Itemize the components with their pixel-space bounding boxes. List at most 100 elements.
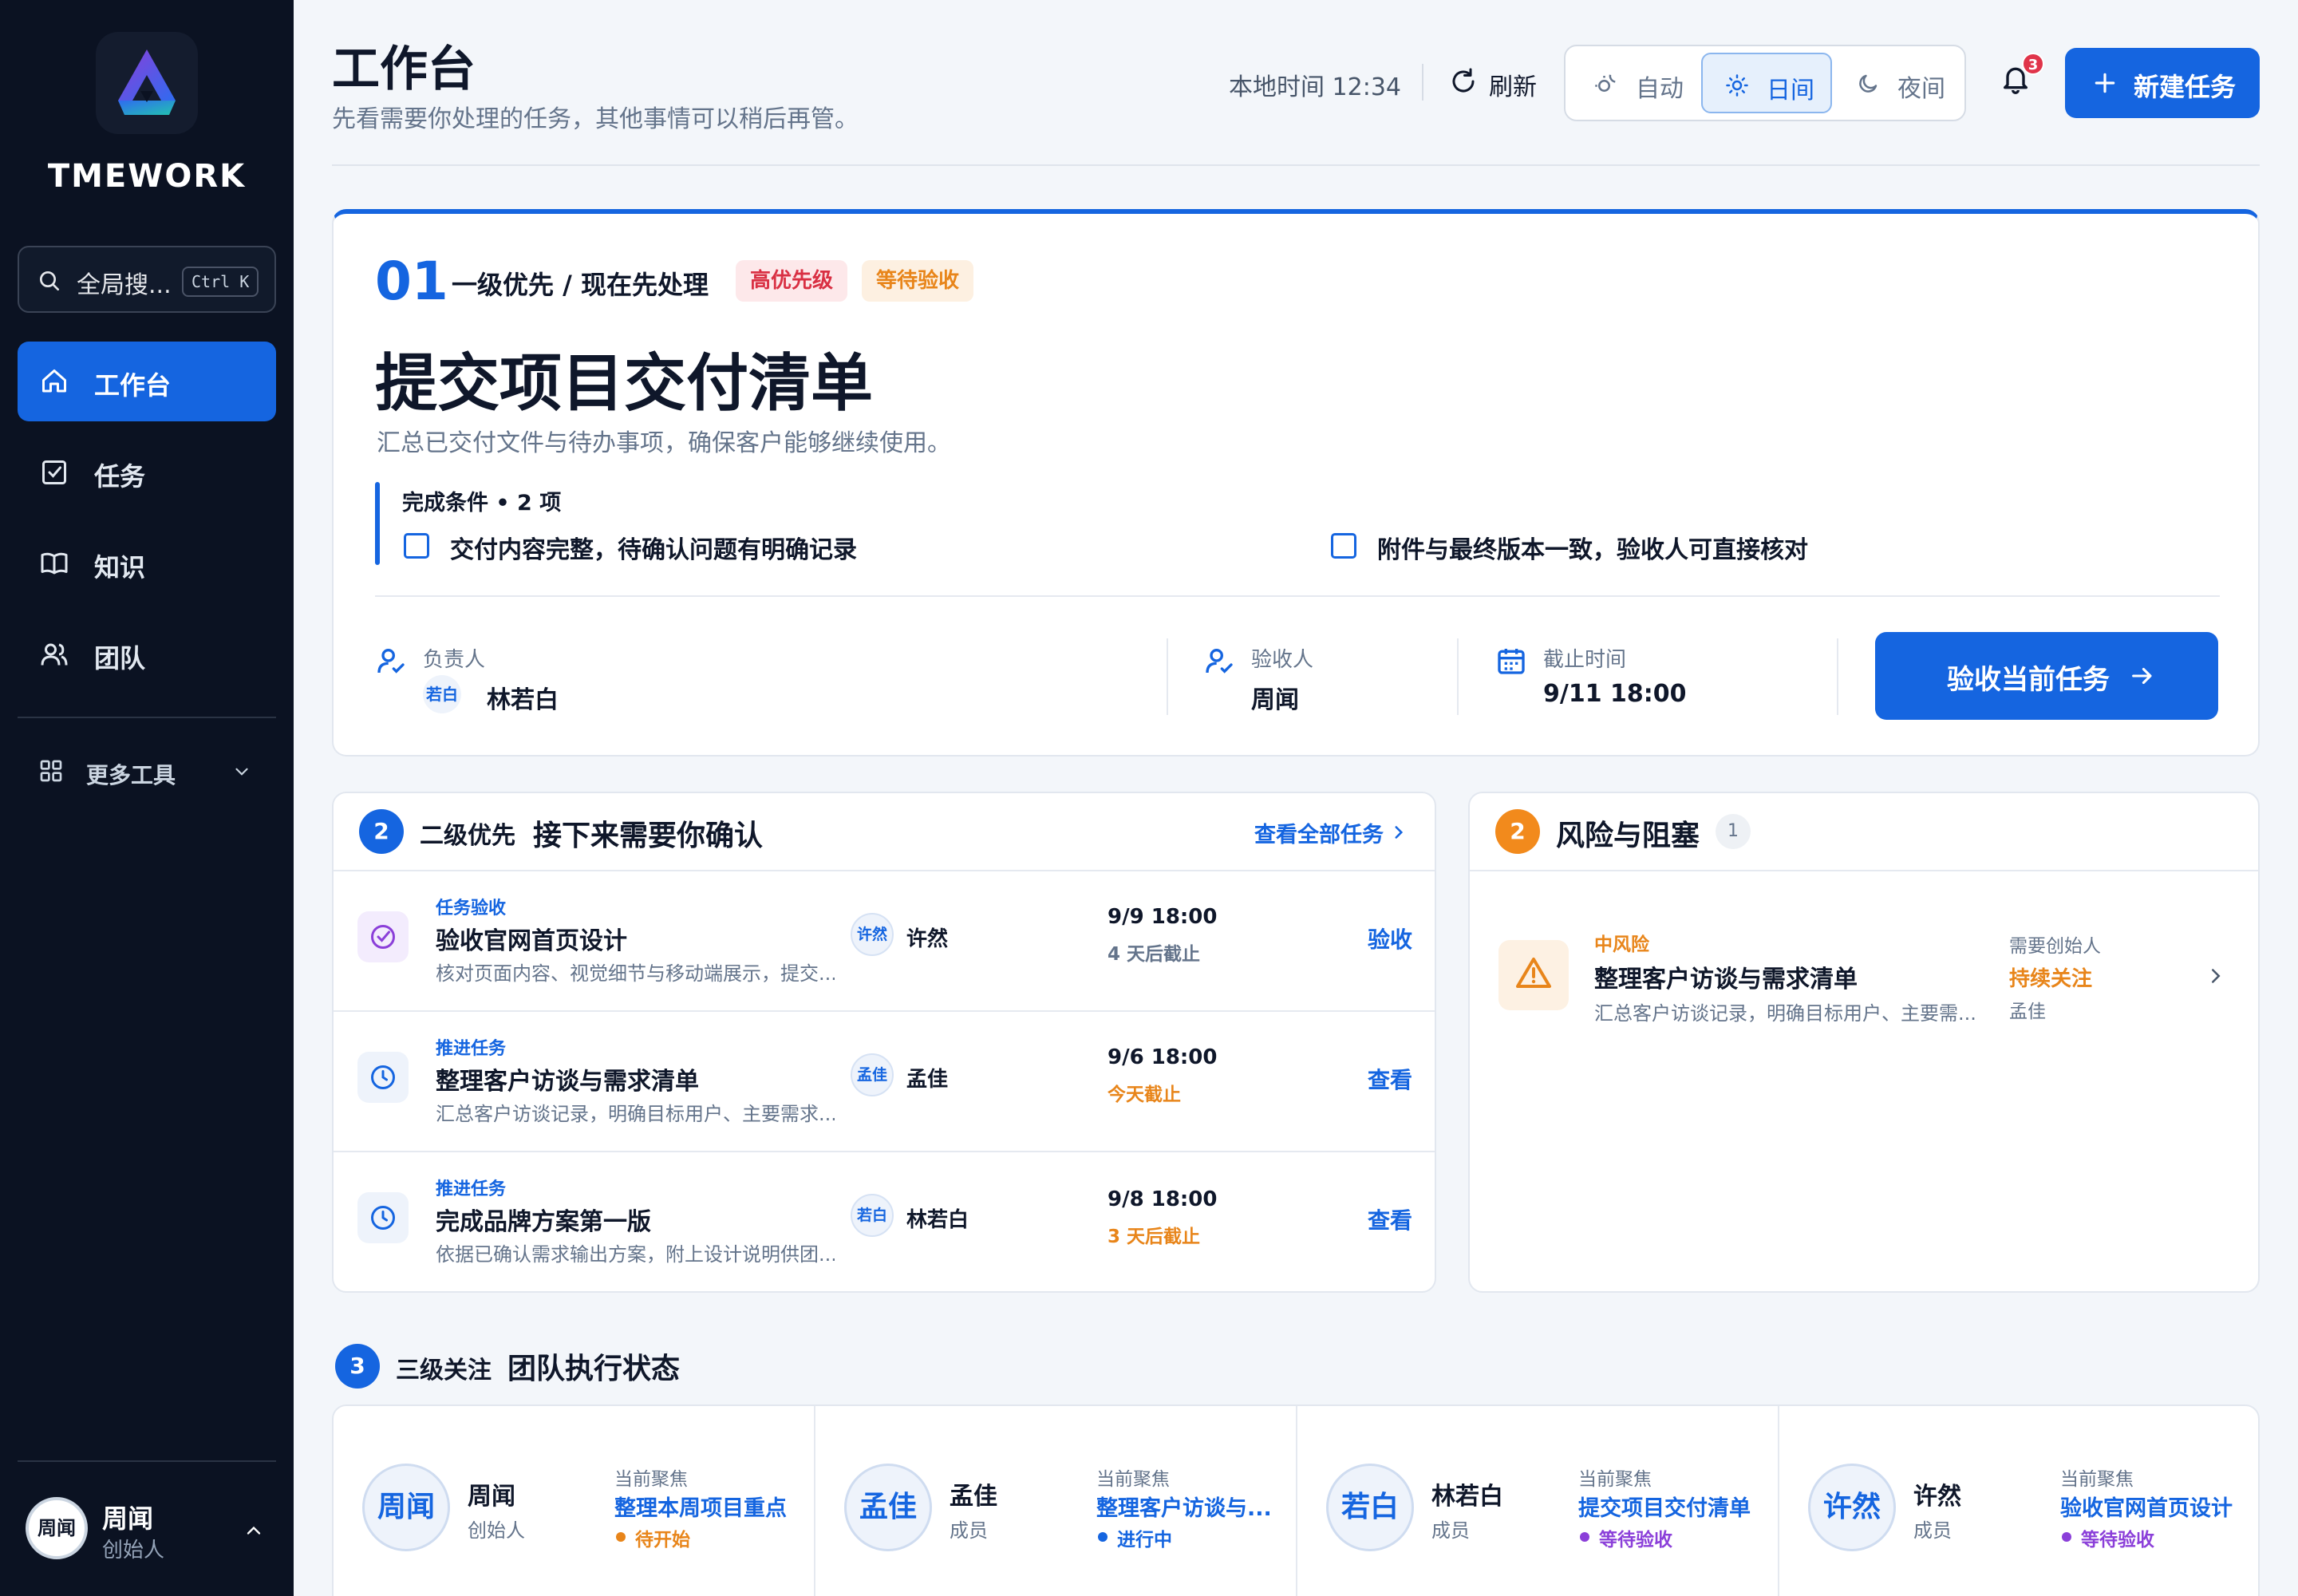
more-tools-label: 更多工具 — [86, 762, 176, 788]
task-title: 整理客户访谈与需求清单 — [436, 1068, 699, 1096]
home-icon — [42, 369, 66, 393]
priority-level: 二级优先 — [420, 822, 515, 850]
brand-name: TMEWORK — [47, 158, 247, 195]
chevron-up-icon — [247, 1526, 261, 1535]
row-divider — [334, 870, 1435, 871]
task-title: 提交项目交付清单 — [375, 348, 874, 420]
user-name: 周闻 — [102, 1503, 154, 1534]
sidebar-item-tasks[interactable]: 任务 — [18, 433, 276, 512]
condition-checkbox[interactable] — [1331, 533, 1356, 559]
sidebar-divider — [18, 1460, 276, 1462]
task-description: 汇总已交付文件与待办事项，确保客户能够继续使用。 — [377, 429, 951, 457]
theme-day[interactable]: 日间 — [1701, 53, 1832, 113]
check-circle-icon — [371, 925, 395, 949]
meta-divider — [1457, 638, 1459, 715]
theme-auto[interactable]: 自动 — [1572, 53, 1704, 113]
avatar: 孟佳 — [844, 1464, 932, 1551]
refresh-icon — [1452, 68, 1475, 93]
theme-day-label: 日间 — [1767, 77, 1814, 105]
view-all-tasks-link[interactable]: 查看全部任务 — [1254, 817, 1384, 848]
priority-two-card: 2 二级优先 接下来需要你确认 查看全部任务 任务验收 验收官网首页设计 核对页… — [332, 792, 1436, 1293]
condition-checkbox[interactable] — [404, 533, 429, 559]
risk-status: 持续关注 — [2009, 967, 2093, 991]
clock-icon — [371, 1206, 395, 1230]
moon-icon — [1859, 74, 1877, 93]
focus-label: 当前聚焦 — [1096, 1469, 1170, 1490]
header-divider-line — [332, 164, 2260, 166]
member-name: 周闻 — [468, 1483, 515, 1511]
member-name: 林若白 — [1431, 1483, 1503, 1511]
avatar: 周闻 — [362, 1464, 450, 1551]
review-action[interactable]: 验收 — [1368, 922, 1412, 954]
review-task-icon — [357, 911, 409, 962]
search-icon — [40, 271, 59, 290]
search-shortcut: Ctrl K — [182, 267, 259, 297]
team-status-card: 周闻 周闻 创始人 当前聚焦 整理本周项目重点 待开始 孟佳 孟佳 成员 当前聚… — [332, 1404, 2260, 1596]
focus-task[interactable]: 验收官网首页设计 — [2060, 1491, 2244, 1522]
page-title: 工作台 — [332, 41, 476, 97]
assignee-name: 许然 — [906, 927, 949, 951]
sidebar-item-knowledge[interactable]: 知识 — [18, 523, 276, 603]
focus-task[interactable]: 整理本周项目重点 — [614, 1491, 798, 1522]
risk-level: 中风险 — [1594, 934, 1649, 955]
sidebar-item-label: 知识 — [94, 552, 146, 583]
priority-number: 01 — [375, 251, 448, 312]
card-divider — [375, 595, 2220, 597]
task-description: 核对页面内容、视觉细节与移动端展示，提交... — [436, 962, 835, 985]
accept-current-task-button[interactable]: 验收当前任务 — [1875, 632, 2218, 720]
status-dot — [2062, 1532, 2071, 1542]
column-divider — [1296, 1406, 1297, 1596]
current-user-menu[interactable]: 周闻 周闻 创始人 — [18, 1484, 276, 1580]
member-role: 创始人 — [468, 1519, 525, 1542]
notification-badge: 3 — [2022, 53, 2044, 75]
arrow-right-icon — [2132, 667, 2152, 685]
global-search[interactable]: 全局搜... Ctrl K — [18, 246, 276, 313]
conditions-title: 完成条件 • 2 项 — [402, 491, 562, 516]
sidebar-item-team[interactable]: 团队 — [18, 614, 276, 694]
risk-needs: 需要创始人 — [2009, 936, 2101, 957]
priority-one-card: 01 一级优先 / 现在先处理 高优先级 等待验收 提交项目交付清单 汇总已交付… — [332, 209, 2260, 757]
deadline-label: 截止时间 — [1543, 648, 1627, 672]
due-countdown: 4 天后截止 — [1108, 944, 1201, 965]
task-description: 汇总客户访谈记录，明确目标用户、主要需求... — [436, 1103, 835, 1125]
task-title: 验收官网首页设计 — [436, 927, 627, 955]
reviewer-icon — [1206, 649, 1233, 674]
sidebar-item-workbench[interactable]: 工作台 — [18, 342, 276, 421]
user-role: 创始人 — [102, 1539, 165, 1562]
priority-level: 一级优先 / 现在先处理 — [452, 270, 709, 300]
theme-night[interactable]: 夜间 — [1834, 53, 1961, 113]
avatar: 若白 — [851, 1194, 894, 1237]
column-divider — [814, 1406, 815, 1596]
new-task-button[interactable]: 新建任务 — [2065, 48, 2260, 118]
owner-name: 林若白 — [487, 686, 559, 714]
due-date: 9/6 18:00 — [1108, 1045, 1218, 1069]
more-tools-toggle[interactable]: 更多工具 — [18, 742, 276, 800]
focus-task[interactable]: 提交项目交付清单 — [1578, 1491, 1762, 1522]
row-divider — [1470, 870, 2258, 871]
focus-label: 当前聚焦 — [1578, 1469, 1652, 1490]
section-title: 风险与阻塞 — [1556, 820, 1700, 852]
app-logo[interactable] — [96, 32, 198, 134]
calendar-icon — [1498, 649, 1525, 674]
task-type: 任务验收 — [436, 899, 507, 918]
assignee-name: 孟佳 — [906, 1068, 949, 1092]
section-title: 团队执行状态 — [507, 1353, 681, 1385]
focus-task[interactable]: 整理客户访谈与... — [1096, 1491, 1280, 1522]
view-action[interactable]: 查看 — [1368, 1063, 1412, 1095]
tag-awaiting-review: 等待验收 — [862, 260, 974, 302]
member-role: 成员 — [1431, 1519, 1470, 1542]
member-name: 孟佳 — [950, 1483, 997, 1511]
due-countdown: 3 天后截止 — [1108, 1227, 1201, 1247]
book-icon — [41, 552, 68, 575]
status-badge: 待开始 — [635, 1530, 690, 1551]
view-action[interactable]: 查看 — [1368, 1203, 1412, 1235]
risk-title: 整理客户访谈与需求清单 — [1594, 966, 1858, 994]
reviewer-label: 验收人 — [1251, 648, 1314, 672]
member-role: 成员 — [1913, 1519, 1952, 1542]
task-type: 推进任务 — [436, 1039, 507, 1059]
due-countdown: 今天截止 — [1108, 1084, 1181, 1105]
risk-count-badge: 1 — [1716, 814, 1751, 849]
clock-icon — [371, 1065, 395, 1089]
status-dot — [1580, 1532, 1589, 1542]
avatar: 若白 — [423, 675, 461, 713]
